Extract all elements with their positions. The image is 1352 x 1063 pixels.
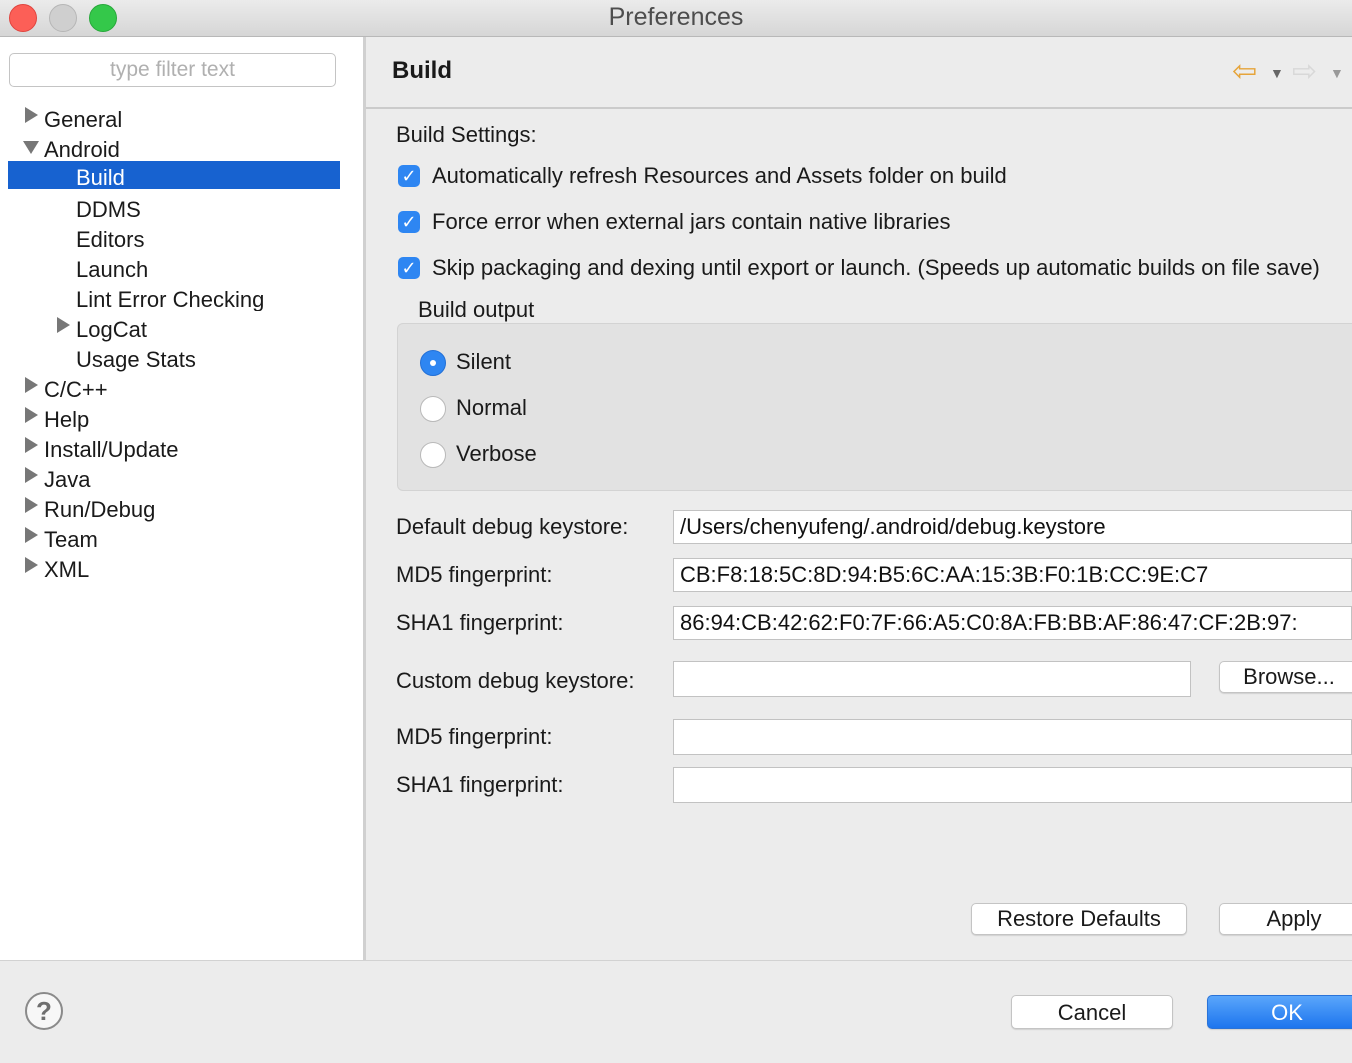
tree-item-ddms[interactable]: DDMS	[0, 195, 363, 225]
expand-arrow-icon[interactable]	[57, 317, 70, 333]
chevron-down-icon[interactable]: ▼	[1330, 65, 1344, 81]
window-title: Preferences	[608, 3, 744, 31]
build-settings-label: Build Settings:	[396, 122, 537, 147]
custom-sha1-field[interactable]	[673, 767, 1352, 803]
title-bar: Preferences	[0, 0, 1352, 37]
tree-item-xml[interactable]: XML	[0, 555, 363, 585]
custom-keystore-label: Custom debug keystore:	[396, 668, 635, 693]
checkmark-icon[interactable]: ✓	[398, 257, 420, 279]
radio-button-selected[interactable]	[420, 350, 446, 376]
build-output-label: Build output	[418, 297, 535, 322]
sha1-field[interactable]: 86:94:CB:42:62:F0:7F:66:A5:C0:8A:FB:BB:A…	[673, 606, 1352, 640]
tree-item-run-debug[interactable]: Run/Debug	[0, 495, 363, 522]
preference-page: Build ⇦ ▼ ⇨ ▼ Build Settings: ✓ Automati…	[366, 37, 1352, 960]
default-keystore-label: Default debug keystore:	[396, 514, 629, 539]
tree-item-editors[interactable]: Editors	[0, 225, 363, 255]
build-output-group	[397, 323, 1352, 491]
forward-arrow-icon[interactable]: ⇨	[1292, 57, 1317, 87]
expand-arrow-icon[interactable]	[25, 407, 38, 423]
expand-arrow-icon[interactable]	[25, 497, 38, 513]
md5-label: MD5 fingerprint:	[396, 562, 553, 587]
custom-md5-label: MD5 fingerprint:	[396, 724, 553, 749]
tree-item-cpp[interactable]: C/C++	[0, 375, 363, 405]
tree-item-help[interactable]: Help	[0, 405, 363, 432]
tree-item-general[interactable]: General	[0, 105, 363, 135]
apply-button[interactable]: Apply	[1219, 903, 1352, 935]
custom-keystore-field[interactable]	[673, 661, 1191, 697]
tree-item-team[interactable]: Team	[0, 525, 363, 555]
page-title: Build	[392, 57, 452, 84]
default-keystore-field[interactable]: /Users/chenyufeng/.android/debug.keystor…	[673, 510, 1352, 544]
radio-button[interactable]	[420, 442, 446, 468]
sha1-label: SHA1 fingerprint:	[396, 610, 564, 635]
restore-defaults-button[interactable]: Restore Defaults	[971, 903, 1187, 935]
tree-item-build[interactable]: Build	[8, 161, 340, 189]
cancel-button[interactable]: Cancel	[1011, 995, 1173, 1029]
tree-item-usage-stats[interactable]: Usage Stats	[0, 345, 363, 372]
filter-input[interactable]	[9, 53, 336, 87]
expand-arrow-icon[interactable]	[25, 527, 38, 543]
chevron-down-icon[interactable]: ▼	[1270, 65, 1284, 81]
ok-button[interactable]: OK	[1207, 995, 1352, 1029]
tree-item-java[interactable]: Java	[0, 465, 363, 495]
expand-arrow-icon[interactable]	[25, 107, 38, 123]
tree-item-logcat[interactable]: LogCat	[0, 315, 363, 342]
checkmark-icon[interactable]: ✓	[398, 165, 420, 187]
expand-arrow-icon[interactable]	[25, 467, 38, 483]
tree-item-launch[interactable]: Launch	[0, 255, 363, 285]
custom-md5-field[interactable]	[673, 719, 1352, 755]
checkmark-icon[interactable]: ✓	[398, 211, 420, 233]
preferences-sidebar: General Android Build DDMS Editors Launc…	[0, 37, 366, 960]
collapse-arrow-icon[interactable]	[23, 141, 39, 154]
custom-sha1-label: SHA1 fingerprint:	[396, 772, 564, 797]
expand-arrow-icon[interactable]	[25, 557, 38, 573]
expand-arrow-icon[interactable]	[25, 437, 38, 453]
tree-item-install-update[interactable]: Install/Update	[0, 435, 363, 462]
page-header: Build ⇦ ▼ ⇨ ▼	[366, 37, 1352, 109]
dialog-footer: ? Cancel OK	[0, 960, 1352, 1063]
browse-button[interactable]: Browse...	[1219, 661, 1352, 693]
radio-button[interactable]	[420, 396, 446, 422]
help-icon[interactable]: ?	[25, 992, 63, 1030]
md5-field[interactable]: CB:F8:18:5C:8D:94:B5:6C:AA:15:3B:F0:1B:C…	[673, 558, 1352, 592]
tree-item-lint-error-checking[interactable]: Lint Error Checking	[0, 285, 363, 311]
expand-arrow-icon[interactable]	[25, 377, 38, 393]
back-arrow-icon[interactable]: ⇦	[1232, 57, 1257, 87]
